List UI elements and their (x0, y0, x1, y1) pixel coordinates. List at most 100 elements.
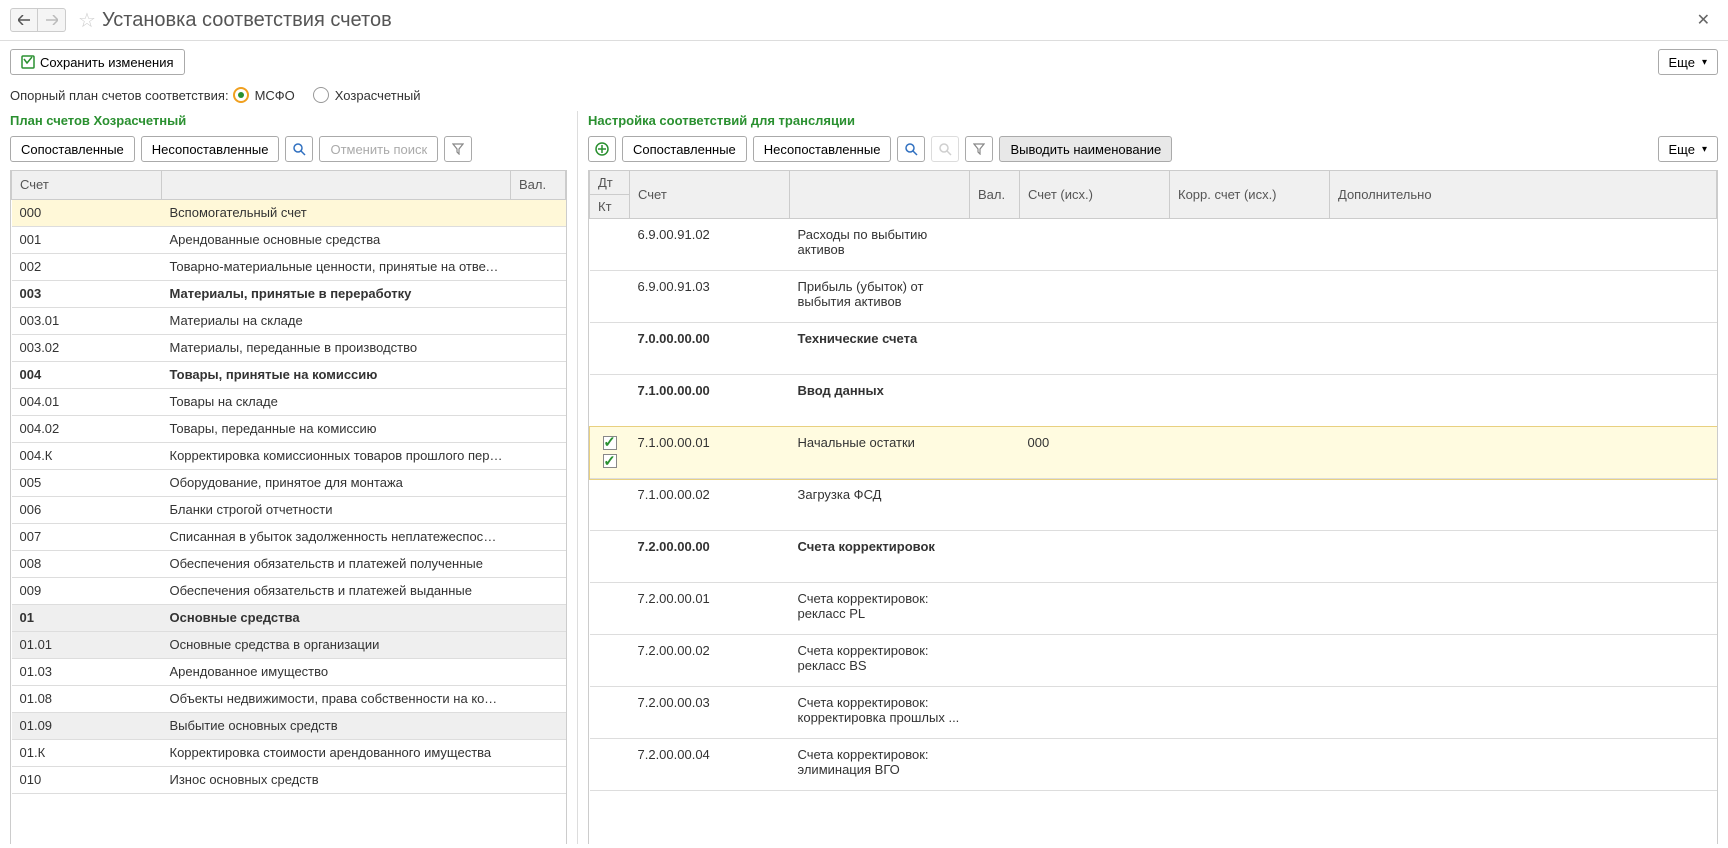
table-row[interactable]: 010Износ основных средств (12, 766, 566, 793)
table-row[interactable]: 004.01Товары на складе (12, 388, 566, 415)
right-col-corr[interactable]: Корр. счет (исх.) (1170, 171, 1330, 219)
table-row[interactable]: 7.2.00.00.02Счета корректировок: рекласс… (590, 635, 1717, 687)
table-row[interactable]: 004Товары, принятые на комиссию (12, 361, 566, 388)
right-col-currency[interactable]: Вал. (970, 171, 1020, 219)
table-row[interactable]: 01.08Объекты недвижимости, права собстве… (12, 685, 566, 712)
table-row[interactable]: 6.9.00.91.02Расходы по выбытию активов (590, 219, 1717, 271)
left-col-currency[interactable]: Вал. (511, 171, 566, 199)
cell-corr (1170, 687, 1330, 739)
cell-currency (970, 271, 1020, 323)
table-row[interactable]: 003.02Материалы, переданные в производст… (12, 334, 566, 361)
cell-code: 01.03 (12, 658, 162, 685)
right-col-account[interactable]: Счет (630, 171, 790, 219)
favorite-star-icon[interactable]: ☆ (78, 8, 96, 33)
close-button[interactable]: ✕ (1689, 6, 1718, 34)
table-row[interactable]: 005Оборудование, принятое для монтажа (12, 469, 566, 496)
table-row[interactable]: 003.01Материалы на складе (12, 307, 566, 334)
table-row[interactable]: 007Списанная в убыток задолженность непл… (12, 523, 566, 550)
nav-back-button[interactable] (10, 8, 38, 32)
cell-name: Технические счета (790, 323, 970, 375)
table-row[interactable]: 003Материалы, принятые в переработку (12, 280, 566, 307)
cell-currency (511, 469, 566, 496)
table-row[interactable]: 01Основные средства (12, 604, 566, 631)
table-row[interactable]: 7.2.00.00.03Счета корректировок: коррект… (590, 687, 1717, 739)
cell-currency (511, 415, 566, 442)
left-pane: План счетов Хозрасчетный Сопоставленные … (0, 111, 578, 844)
table-row[interactable]: 004.ККорректировка комиссионных товаров … (12, 442, 566, 469)
cell-extra (1330, 427, 1717, 479)
cell-code: 002 (12, 253, 162, 280)
dt-checkbox[interactable]: ✓ (603, 436, 617, 450)
cell-extra (1330, 531, 1717, 583)
left-col-name[interactable] (162, 171, 511, 199)
table-row[interactable]: 009Обеспечения обязательств и платежей в… (12, 577, 566, 604)
cell-currency (511, 442, 566, 469)
table-row[interactable]: 7.1.00.00.00Ввод данных (590, 375, 1717, 427)
show-name-button[interactable]: Выводить наименование (999, 136, 1172, 162)
cell-name: Счета корректировок: рекласс BS (790, 635, 970, 687)
radio-hozraschet-label: Хозрасчетный (335, 88, 421, 103)
right-search-button[interactable] (897, 136, 925, 162)
cell-code: 004.02 (12, 415, 162, 442)
cell-name: Оборудование, принятое для монтажа (162, 469, 511, 496)
table-row[interactable]: 000Вспомогательный счет (12, 199, 566, 226)
right-unmatched-button[interactable]: Несопоставленные (753, 136, 892, 162)
cell-corr (1170, 323, 1330, 375)
cell-src (1020, 323, 1170, 375)
right-filter-button[interactable] (965, 136, 993, 162)
table-row[interactable]: 002Товарно-материальные ценности, принят… (12, 253, 566, 280)
search-icon (904, 142, 918, 156)
table-row[interactable]: 001Арендованные основные средства (12, 226, 566, 253)
table-row[interactable]: 7.2.00.00.00Счета корректировок (590, 531, 1717, 583)
cell-name: Материалы на складе (162, 307, 511, 334)
cell-src (1020, 375, 1170, 427)
cell-name: Начальные остатки (790, 427, 970, 479)
table-row[interactable]: 004.02Товары, переданные на комиссию (12, 415, 566, 442)
save-button[interactable]: Сохранить изменения (10, 49, 185, 75)
table-row[interactable]: 01.01Основные средства в организации (12, 631, 566, 658)
cell-name: Расходы по выбытию активов (790, 219, 970, 271)
table-row[interactable]: 006Бланки строгой отчетности (12, 496, 566, 523)
table-row[interactable]: ✓✓7.1.00.00.01Начальные остатки000 (590, 427, 1717, 479)
radio-prefix-label: Опорный план счетов соответствия: (10, 88, 229, 103)
right-table-wrap[interactable]: Дт Кт Счет Вал. Счет (исх.) Корр. счет (… (588, 170, 1718, 844)
right-pane: Настройка соответствий для трансляции Со… (578, 111, 1728, 844)
left-search-button[interactable] (285, 136, 313, 162)
more-button[interactable]: Еще (1658, 49, 1718, 75)
table-row[interactable]: 01.03Арендованное имущество (12, 658, 566, 685)
left-unmatched-button[interactable]: Несопоставленные (141, 136, 280, 162)
right-col-src[interactable]: Счет (исх.) (1020, 171, 1170, 219)
table-row[interactable]: 6.9.00.91.03Прибыль (убыток) от выбытия … (590, 271, 1717, 323)
table-row[interactable]: 008Обеспечения обязательств и платежей п… (12, 550, 566, 577)
left-table-wrap[interactable]: Счет Вал. 000Вспомогательный счет001Арен… (10, 170, 567, 844)
left-matched-button[interactable]: Сопоставленные (10, 136, 135, 162)
table-row[interactable]: 01.ККорректировка стоимости арендованног… (12, 739, 566, 766)
nav-forward-button[interactable] (38, 8, 66, 32)
cell-code: 7.2.00.00.02 (630, 635, 790, 687)
right-col-extra[interactable]: Дополнительно (1330, 171, 1717, 219)
table-row[interactable]: 7.1.00.00.02Загрузка ФСД (590, 479, 1717, 531)
left-cancel-search-button[interactable]: Отменить поиск (319, 136, 438, 162)
left-col-account[interactable]: Счет (12, 171, 162, 199)
right-more-button[interactable]: Еще (1658, 136, 1718, 162)
table-row[interactable]: 7.0.00.00.00Технические счета (590, 323, 1717, 375)
add-button[interactable] (588, 136, 616, 162)
cell-currency (511, 307, 566, 334)
left-filter-button[interactable] (444, 136, 472, 162)
cell-dtkt (590, 219, 630, 271)
cell-extra (1330, 271, 1717, 323)
cell-name: Товары на складе (162, 388, 511, 415)
cell-code: 004 (12, 361, 162, 388)
right-col-name[interactable] (790, 171, 970, 219)
table-row[interactable]: 7.2.00.00.04Счета корректировок: элимина… (590, 739, 1717, 791)
table-row[interactable]: 7.2.00.00.01Счета корректировок: рекласс… (590, 583, 1717, 635)
radio-msfo[interactable]: МСФО (233, 87, 295, 103)
cell-corr (1170, 531, 1330, 583)
table-row[interactable]: 01.09Выбытие основных средств (12, 712, 566, 739)
right-col-dtkt[interactable]: Дт Кт (590, 171, 630, 219)
radio-hozraschet[interactable]: Хозрасчетный (313, 87, 421, 103)
kt-checkbox[interactable]: ✓ (603, 454, 617, 468)
right-matched-button[interactable]: Сопоставленные (622, 136, 747, 162)
cell-currency (511, 712, 566, 739)
search-icon (292, 142, 306, 156)
